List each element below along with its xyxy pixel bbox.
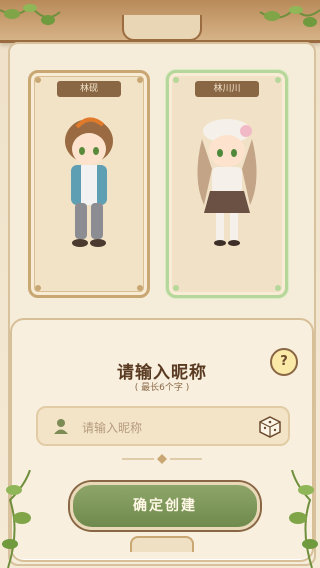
card-corner-decoration [173, 77, 179, 83]
character-card-2[interactable]: 林川川 [166, 70, 288, 298]
game-frame: 林砚 林川川 ? 请输入昵称 (最长6个字) 请输入昵称 确定创建 [0, 0, 320, 568]
card-corner-decoration [173, 285, 179, 291]
ornament-divider [122, 454, 202, 464]
card-corner-decoration [35, 285, 41, 291]
dice-icon[interactable] [258, 415, 282, 439]
card-corner-decoration [137, 285, 143, 291]
card-corner-decoration [275, 285, 281, 291]
card-corner-decoration [275, 77, 281, 83]
input-placeholder: 请输入昵称 [82, 421, 143, 435]
bottom-tab [130, 536, 194, 552]
vine-bottom-left-icon [2, 470, 31, 568]
character-name: 林川川 [195, 81, 259, 97]
girl-character-icon [197, 119, 257, 246]
character-name: 林砚 [57, 81, 121, 97]
card-corner-decoration [137, 77, 143, 83]
character-card-1[interactable]: 林砚 [28, 70, 150, 298]
panel-subtitle: ( 最长6个字 ) [134, 383, 190, 393]
confirm-create-button[interactable]: 确定创建 [70, 482, 260, 530]
user-icon [54, 419, 68, 434]
vine-bottom-right-icon [289, 470, 318, 568]
nickname-input[interactable]: 请输入昵称 [36, 406, 290, 446]
header-tab [122, 15, 202, 41]
card-corner-decoration [35, 77, 41, 83]
boy-character-icon [65, 117, 113, 247]
